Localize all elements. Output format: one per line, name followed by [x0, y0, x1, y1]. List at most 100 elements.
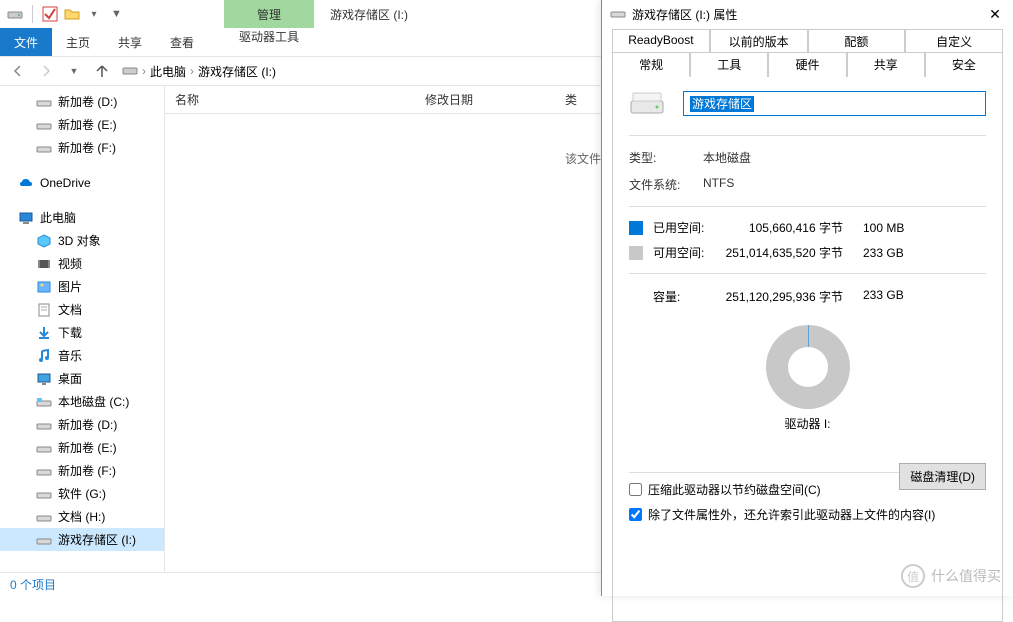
tree-3d-objects[interactable]: 3D 对象	[0, 229, 164, 252]
nav-back-button[interactable]	[6, 59, 30, 83]
tab-previous-versions[interactable]: 以前的版本	[710, 29, 808, 54]
type-value: 本地磁盘	[703, 149, 751, 166]
drive-icon	[36, 486, 52, 502]
chevron-right-icon[interactable]: ›	[190, 64, 194, 78]
index-checkbox[interactable]	[629, 508, 642, 521]
drive-icon	[36, 509, 52, 525]
tree-drive-f2[interactable]: 新加卷 (F:)	[0, 459, 164, 482]
nav-forward-button	[34, 59, 58, 83]
tab-hardware[interactable]: 硬件	[768, 52, 846, 77]
tab-sharing[interactable]: 共享	[847, 52, 925, 77]
filesystem-label: 文件系统:	[629, 176, 703, 193]
computer-icon	[18, 210, 34, 226]
tab-share[interactable]: 共享	[104, 28, 156, 56]
tree-desktop[interactable]: 桌面	[0, 367, 164, 390]
window-title: 游戏存储区 (I:)	[330, 6, 408, 23]
tab-tools[interactable]: 工具	[690, 52, 768, 77]
tree-drive-d2[interactable]: 新加卷 (D:)	[0, 413, 164, 436]
index-label: 除了文件属性外，还允许索引此驱动器上文件的内容(I)	[648, 506, 935, 523]
used-swatch	[629, 221, 643, 235]
capacity-human: 233 GB	[863, 288, 904, 305]
col-name[interactable]: 名称	[165, 91, 415, 108]
chevron-right-icon[interactable]: ›	[142, 64, 146, 78]
ribbon-context-label: 管理	[224, 0, 314, 28]
compress-checkbox[interactable]	[629, 483, 642, 496]
separator	[32, 5, 33, 23]
type-label: 类型:	[629, 149, 703, 166]
tab-view[interactable]: 查看	[156, 28, 208, 56]
music-icon	[36, 348, 52, 364]
tab-readyboost[interactable]: ReadyBoost	[612, 29, 710, 54]
drive-icon	[122, 62, 138, 81]
tree-drive-g[interactable]: 软件 (G:)	[0, 482, 164, 505]
tree-drive-h[interactable]: 文档 (H:)	[0, 505, 164, 528]
drive-letter-label: 驱动器 I:	[629, 415, 986, 432]
watermark-text: 什么值得买	[931, 566, 1001, 586]
tree-drive-i[interactable]: 游戏存储区 (I:)	[0, 528, 164, 551]
free-swatch	[629, 246, 643, 260]
tree-downloads[interactable]: 下载	[0, 321, 164, 344]
disk-cleanup-button[interactable]: 磁盘清理(D)	[899, 463, 986, 490]
desktop-icon	[36, 371, 52, 387]
tab-drive-tools[interactable]: 驱动器工具	[224, 28, 314, 45]
tree-drive-d[interactable]: 新加卷 (D:)	[0, 90, 164, 113]
nav-recent-dropdown[interactable]: ▼	[62, 59, 86, 83]
drive-icon	[36, 394, 52, 410]
drive-icon	[36, 117, 52, 133]
drive-icon	[36, 94, 52, 110]
used-bytes: 105,660,416 字节	[723, 219, 863, 236]
tree-pictures[interactable]: 图片	[0, 275, 164, 298]
watermark: 值 什么值得买	[901, 564, 1001, 588]
drive-name-input[interactable]: 游戏存储区	[683, 91, 986, 116]
dialog-title: 游戏存储区 (I:) 属性	[632, 6, 737, 23]
properties-dialog: 游戏存储区 (I:) 属性 ✕ ReadyBoost 以前的版本 配额 自定义 …	[601, 0, 1013, 596]
free-human: 233 GB	[863, 246, 923, 260]
drive-icon	[36, 463, 52, 479]
tab-security[interactable]: 安全	[925, 52, 1003, 77]
qat-dropdown-icon[interactable]: ▾	[85, 5, 103, 23]
tab-general[interactable]: 常规	[612, 52, 690, 77]
close-button[interactable]: ✕	[983, 2, 1007, 26]
capacity-bytes: 251,120,295,936 字节	[723, 288, 863, 305]
used-human: 100 MB	[863, 221, 923, 235]
tab-quota[interactable]: 配额	[808, 29, 906, 54]
tree-videos[interactable]: 视频	[0, 252, 164, 275]
dialog-titlebar[interactable]: 游戏存储区 (I:) 属性	[602, 0, 1013, 28]
usage-pie-chart	[766, 325, 850, 409]
breadcrumb-current[interactable]: 游戏存储区 (I:)	[198, 63, 276, 80]
tree-drive-f[interactable]: 新加卷 (F:)	[0, 136, 164, 159]
tab-file[interactable]: 文件	[0, 28, 52, 56]
tree-documents[interactable]: 文档	[0, 298, 164, 321]
drive-icon	[610, 5, 626, 24]
tree-onedrive[interactable]: OneDrive	[0, 171, 164, 194]
used-label: 已用空间:	[653, 219, 723, 236]
free-label: 可用空间:	[653, 244, 723, 261]
documents-icon	[36, 302, 52, 318]
cube-icon	[36, 233, 52, 249]
free-bytes: 251,014,635,520 字节	[723, 244, 863, 261]
drive-icon	[36, 140, 52, 156]
folder-qat-icon[interactable]	[63, 5, 81, 23]
drive-large-icon	[629, 89, 665, 117]
pictures-icon	[36, 279, 52, 295]
tab-home[interactable]: 主页	[52, 28, 104, 56]
cloud-icon	[18, 175, 34, 191]
tree-drive-e[interactable]: 新加卷 (E:)	[0, 113, 164, 136]
drive-icon	[36, 440, 52, 456]
tree-drive-c[interactable]: 本地磁盘 (C:)	[0, 390, 164, 413]
item-count: 0 个项目	[10, 576, 56, 593]
col-type[interactable]: 类	[555, 91, 587, 108]
drive-icon	[6, 5, 24, 23]
downloads-icon	[36, 325, 52, 341]
nav-tree[interactable]: 新加卷 (D:) 新加卷 (E:) 新加卷 (F:) OneDrive 此电脑 …	[0, 86, 165, 572]
tree-this-pc[interactable]: 此电脑	[0, 206, 164, 229]
tree-music[interactable]: 音乐	[0, 344, 164, 367]
nav-up-button[interactable]	[90, 59, 114, 83]
col-date[interactable]: 修改日期	[415, 91, 555, 108]
breadcrumb[interactable]: › 此电脑 › 游戏存储区 (I:)	[122, 62, 276, 81]
qat-overflow[interactable]: ▼	[111, 8, 122, 20]
tab-customize[interactable]: 自定义	[905, 29, 1003, 54]
breadcrumb-root[interactable]: 此电脑	[150, 63, 186, 80]
checkbox-qat-icon[interactable]	[41, 5, 59, 23]
tree-drive-e2[interactable]: 新加卷 (E:)	[0, 436, 164, 459]
